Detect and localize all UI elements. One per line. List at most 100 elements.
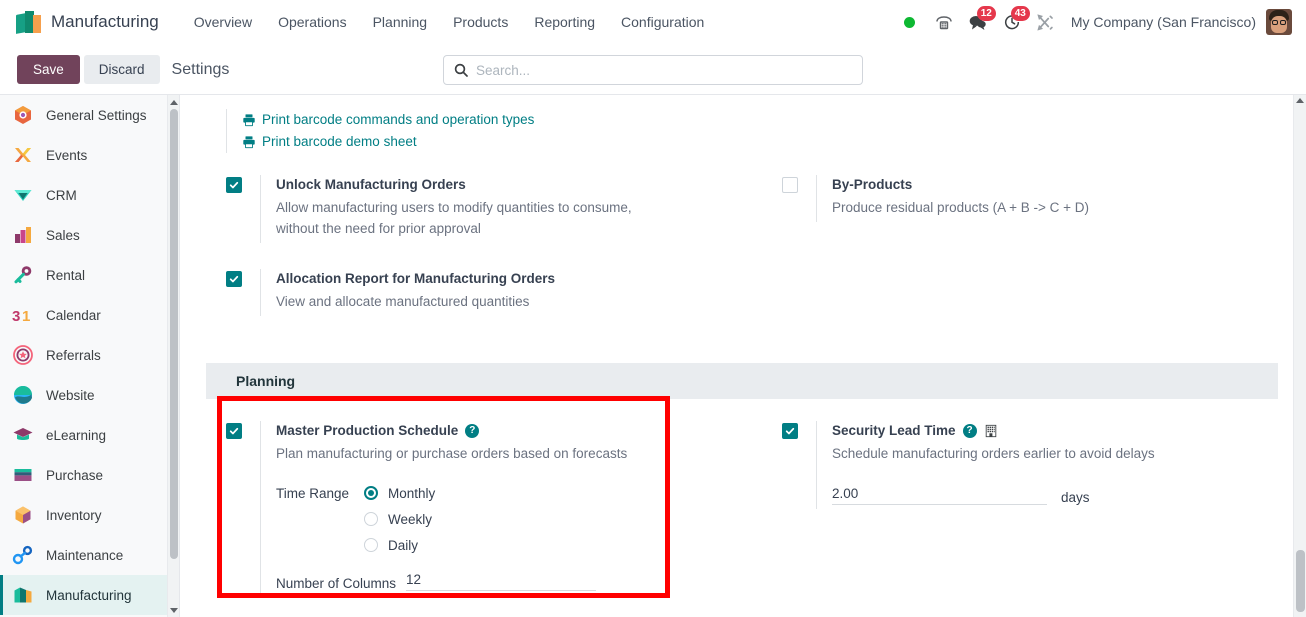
app-brand-label: Manufacturing [51, 12, 159, 31]
setting-description: Allow manufacturing users to modify quan… [276, 200, 632, 236]
setting-allocation-report: Allocation Report for Manufacturing Orde… [226, 269, 717, 316]
nav-item-planning[interactable]: Planning [360, 8, 441, 36]
rental-key-icon [12, 264, 34, 286]
online-status-dot[interactable] [893, 5, 927, 39]
search-box[interactable] [443, 55, 863, 85]
time-range-radio-group: Time Range Monthly Weekly Daily [276, 480, 717, 558]
radio-daily[interactable] [364, 538, 378, 552]
nav-item-products[interactable]: Products [440, 8, 521, 36]
setting-title-label: Allocation Report for Manufacturing Orde… [276, 271, 556, 286]
settings-sidebar: General Settings Events CRM Sales Rental… [0, 95, 180, 617]
mps-column: Master Production Schedule ? Plan manufa… [181, 421, 737, 595]
setting-unlock-manufacturing-orders: Unlock Manufacturing Orders Allow manufa… [226, 175, 717, 243]
number-of-columns-input[interactable] [406, 572, 597, 591]
nav-item-configuration[interactable]: Configuration [608, 8, 717, 36]
svg-text:3: 3 [12, 308, 20, 325]
referrals-icon [12, 344, 34, 366]
sidebar-item-elearning[interactable]: eLearning [0, 415, 179, 455]
sidebar-item-label: Events [46, 147, 88, 163]
scroll-down-arrow-icon[interactable] [170, 605, 178, 615]
sidebar-item-inventory[interactable]: Inventory [0, 495, 179, 535]
security-lead-time-input[interactable] [832, 486, 1047, 505]
tools-wrench-icon[interactable] [1029, 5, 1063, 39]
allocation-report-column: Allocation Report for Manufacturing Orde… [181, 269, 737, 316]
sidebar-item-referrals[interactable]: Referrals [0, 335, 179, 375]
clock-activities-icon[interactable]: 43 [995, 5, 1030, 39]
unlock-mo-column: Unlock Manufacturing Orders Allow manufa… [181, 175, 737, 243]
printer-icon [243, 136, 255, 149]
nav-item-overview[interactable]: Overview [181, 8, 265, 36]
content-scrollbar[interactable] [1293, 95, 1306, 617]
top-navigation-bar: Manufacturing Overview Operations Planni… [0, 0, 1306, 45]
setting-title-label: Security Lead Time [832, 423, 956, 438]
help-question-icon[interactable]: ? [465, 424, 480, 438]
company-switcher[interactable]: My Company (San Francisco) [1071, 14, 1256, 30]
sidebar-item-label: Calendar [46, 307, 101, 323]
link-label: Print barcode demo sheet [262, 134, 417, 149]
search-icon [454, 63, 468, 77]
nav-item-operations[interactable]: Operations [265, 8, 359, 36]
sidebar-item-general-settings[interactable]: General Settings [0, 95, 179, 135]
chat-bubble-icon[interactable]: 12 [961, 5, 996, 39]
sidebar-item-calendar[interactable]: 3 1 Calendar [0, 295, 179, 335]
scroll-up-arrow-icon[interactable] [170, 97, 178, 107]
sidebar-item-manufacturing[interactable]: Manufacturing [0, 575, 179, 615]
svg-text:1: 1 [22, 308, 30, 325]
sidebar-item-label: Rental [46, 267, 86, 283]
by-products-checkbox[interactable] [782, 177, 798, 193]
activities-count-badge: 43 [1010, 6, 1030, 21]
manufacturing-icon [12, 584, 34, 606]
sidebar-scrollbar[interactable] [167, 95, 179, 617]
sidebar-item-label: Inventory [46, 507, 102, 523]
sidebar-item-maintenance[interactable]: Maintenance [0, 535, 179, 575]
phone-dialpad-icon[interactable] [927, 5, 961, 39]
sidebar-item-website[interactable]: Website [0, 375, 179, 415]
nav-item-reporting[interactable]: Reporting [521, 8, 608, 36]
allocation-report-checkbox[interactable] [226, 271, 242, 287]
radio-weekly[interactable] [364, 512, 378, 526]
mps-checkbox[interactable] [226, 423, 242, 439]
by-products-column: By-Products Produce residual products (A… [737, 175, 1293, 243]
setting-description: Produce residual products (A + B -> C + … [832, 200, 1089, 215]
radio-daily-label: Daily [388, 537, 419, 553]
sidebar-item-purchase[interactable]: Purchase [0, 455, 179, 495]
sidebar-item-crm[interactable]: CRM [0, 175, 179, 215]
number-of-columns-label: Number of Columns [276, 576, 397, 591]
company-building-icon[interactable] [984, 424, 998, 438]
radio-monthly-label: Monthly [388, 485, 436, 501]
content-scrollbar-thumb[interactable] [1296, 550, 1305, 612]
setting-title-label: Master Production Schedule [276, 423, 459, 438]
setting-description: View and allocate manufactured quantitie… [276, 294, 530, 309]
setting-master-production-schedule: Master Production Schedule ? Plan manufa… [226, 421, 717, 595]
unlock-mo-checkbox[interactable] [226, 177, 242, 193]
sidebar-item-label: Sales [46, 227, 80, 243]
setting-title-label: By-Products [832, 177, 913, 192]
setting-security-lead-time: Security Lead Time ? Schedule manufactur… [782, 421, 1273, 509]
search-input[interactable] [476, 62, 852, 78]
number-of-columns-row: Number of Columns [276, 572, 717, 591]
help-question-icon[interactable]: ? [962, 424, 977, 438]
print-barcode-commands-link[interactable]: Print barcode commands and operation typ… [242, 109, 717, 131]
radio-monthly[interactable] [364, 486, 378, 500]
sidebar-item-label: General Settings [46, 107, 147, 123]
section-title: Planning [236, 373, 296, 389]
calendar-icon: 3 1 [12, 304, 34, 326]
app-brand[interactable]: Manufacturing [16, 11, 159, 34]
save-button[interactable]: Save [17, 55, 80, 84]
sidebar-item-events[interactable]: Events [0, 135, 179, 175]
sidebar-item-sales[interactable]: Sales [0, 215, 179, 255]
website-icon [12, 384, 34, 406]
setting-title-label: Unlock Manufacturing Orders [276, 177, 466, 192]
security-lead-time-checkbox[interactable] [782, 423, 798, 439]
sidebar-item-rental[interactable]: Rental [0, 255, 179, 295]
breadcrumb: Settings [171, 60, 230, 78]
setting-description: Plan manufacturing or purchase orders ba… [276, 446, 628, 461]
setting-by-products: By-Products Produce residual products (A… [782, 175, 1273, 222]
security-lead-time-column: Security Lead Time ? Schedule manufactur… [737, 421, 1293, 595]
user-avatar[interactable] [1266, 9, 1292, 35]
print-barcode-demo-sheet-link[interactable]: Print barcode demo sheet [242, 131, 717, 153]
sidebar-item-label: Referrals [46, 347, 101, 363]
sidebar-scrollbar-thumb[interactable] [170, 109, 178, 559]
discard-button[interactable]: Discard [83, 55, 160, 84]
scroll-up-arrow-icon[interactable] [1296, 98, 1304, 103]
